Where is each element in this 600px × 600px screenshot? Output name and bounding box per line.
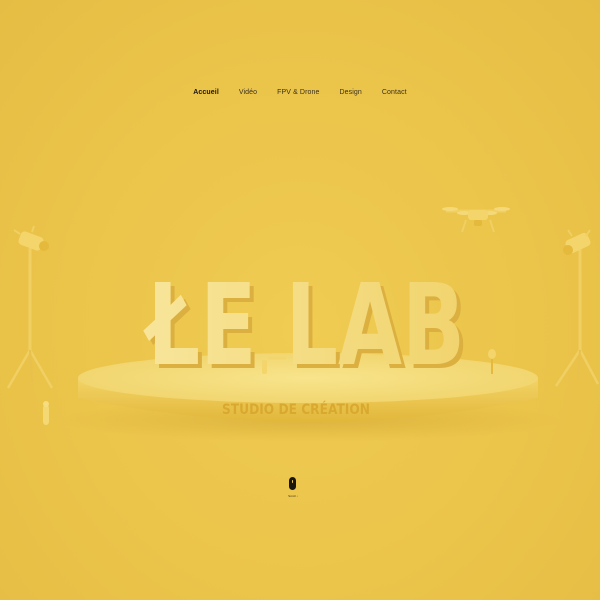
left-spotlight-icon: [6, 225, 54, 389]
scroll-indicator[interactable]: Scroll ↓: [288, 477, 298, 502]
hero-scene: ŁE LAB ŁE LAB STUDIO DE CRÉATION: [6, 207, 600, 442]
left-figure-icon: [43, 401, 49, 425]
hero-logo: ŁE LAB ŁE LAB: [143, 261, 469, 395]
drone-icon: [442, 207, 510, 233]
mouse-icon: [289, 477, 296, 490]
right-spotlight-icon: [554, 229, 600, 387]
scroll-label: Scroll ↓: [288, 494, 298, 498]
hero-page: Accueil Vidéo FPV & Drone Design Contact: [0, 0, 600, 600]
podium-text: STUDIO DE CRÉATION: [222, 401, 370, 418]
hero-logo-text: ŁE LAB: [143, 261, 465, 391]
